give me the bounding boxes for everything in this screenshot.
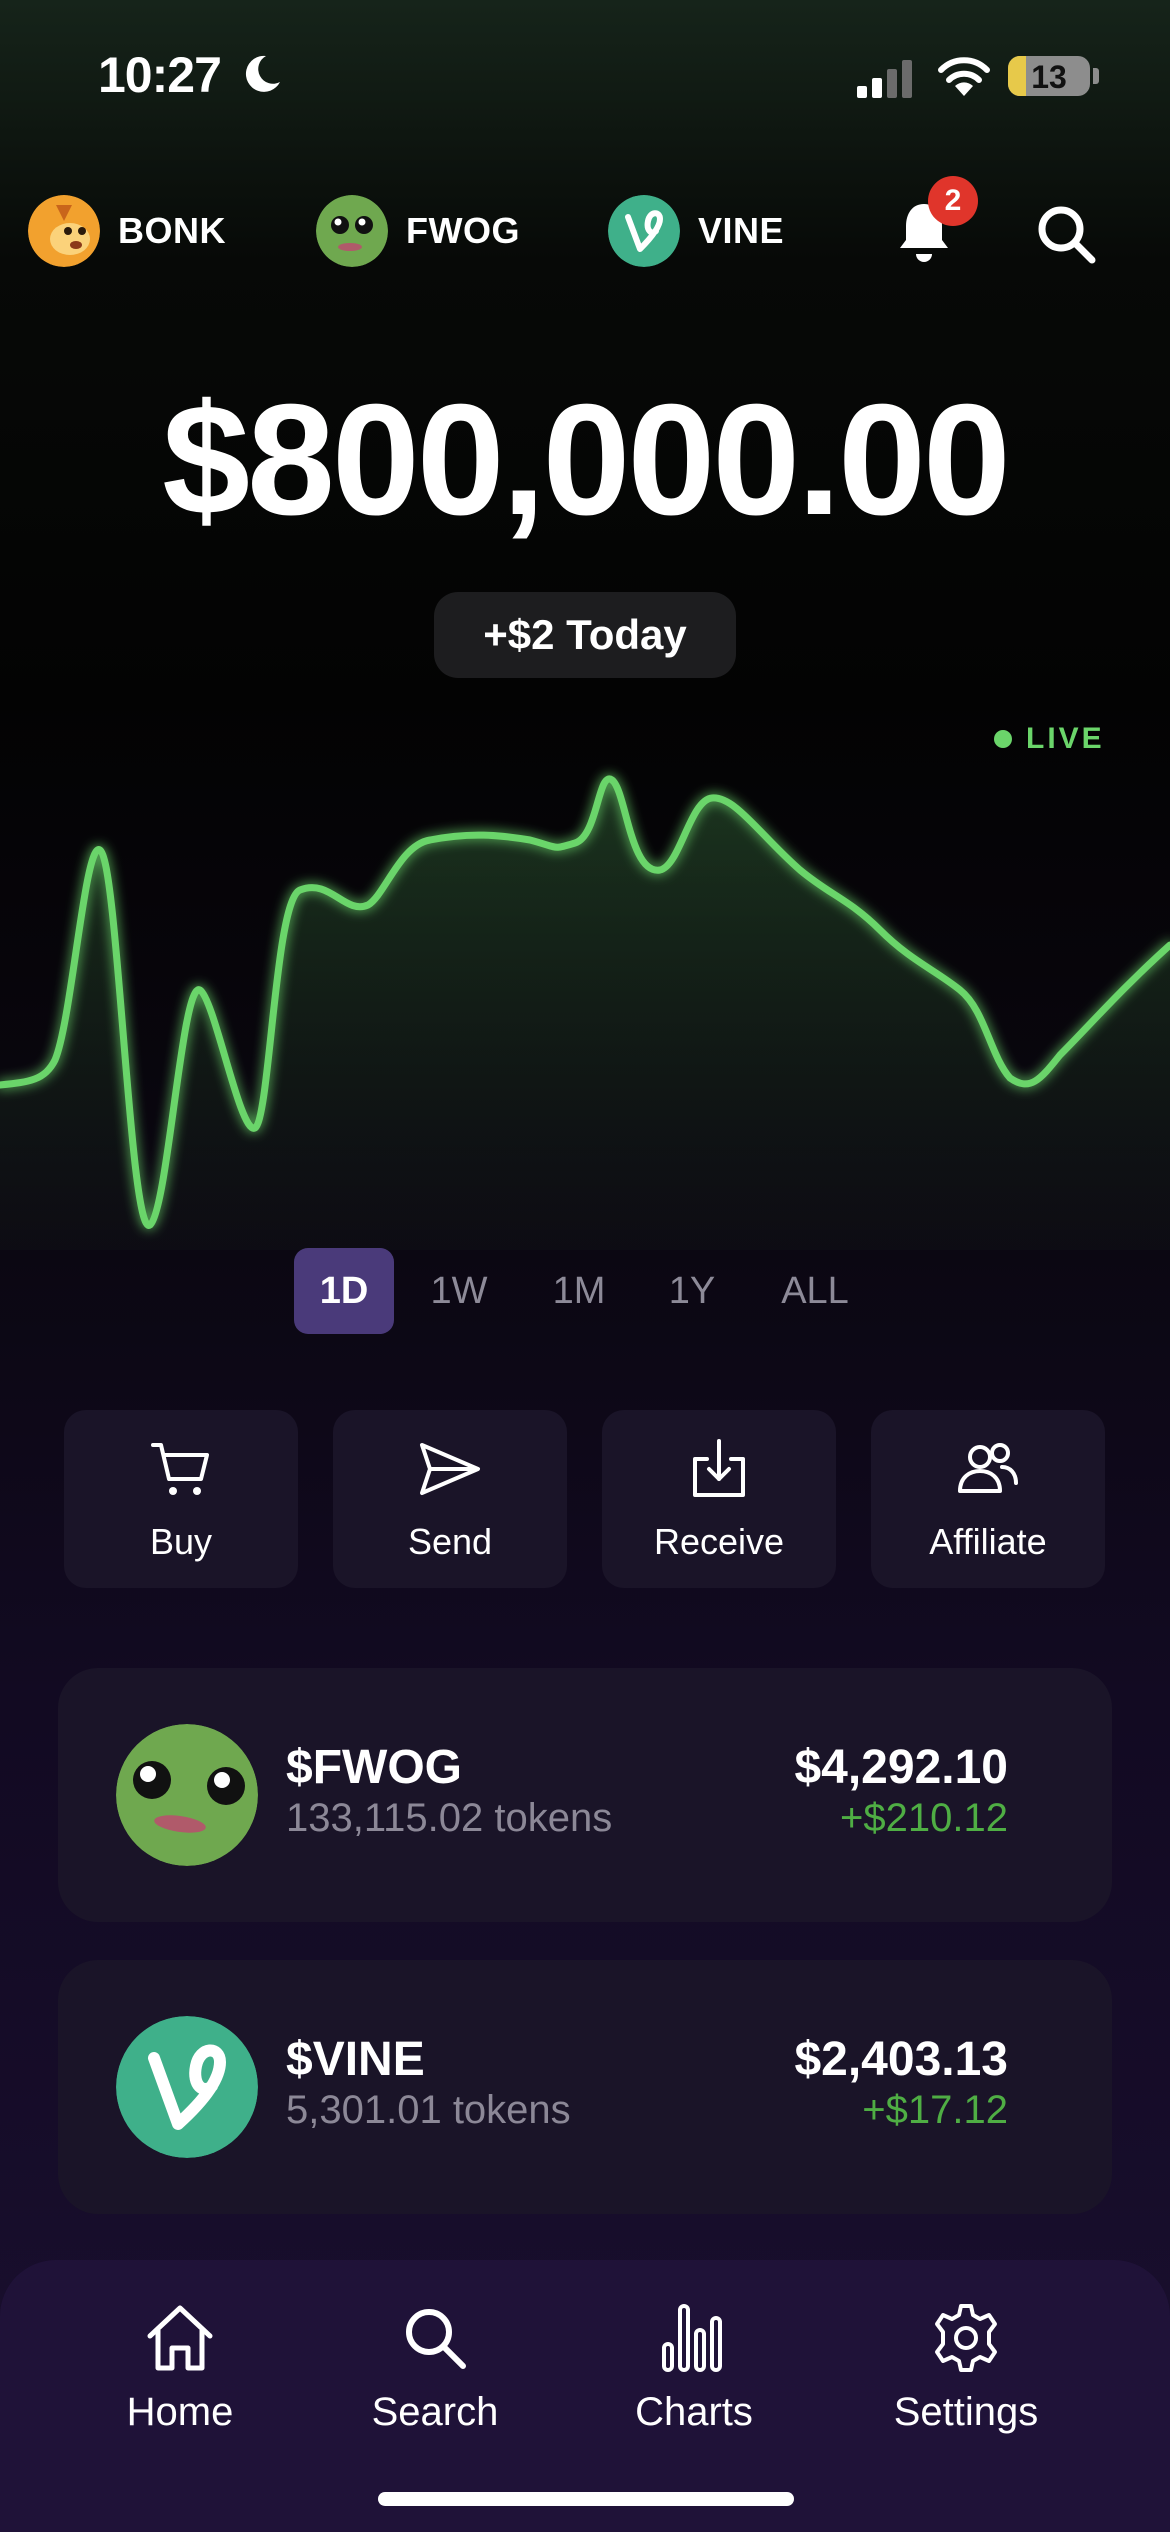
vine-avatar — [116, 2016, 258, 2158]
chart-area-fill — [0, 778, 1170, 1250]
portfolio-line-chart[interactable] — [0, 740, 1170, 1250]
holding-change: +$210.12 — [840, 1796, 1008, 1840]
holding-value: $4,292.10 — [794, 1741, 1008, 1794]
holding-card-vine[interactable]: $VINE 5,301.01 tokens $2,403.13 +$17.12 — [58, 1960, 1112, 2214]
token-chip-label: VINE — [698, 210, 785, 251]
token-chip-bonk[interactable]: BONK — [28, 193, 226, 269]
token-chip-vine[interactable]: VINE — [608, 193, 784, 269]
search-icon — [406, 2309, 466, 2369]
nav-home[interactable]: Home — [100, 2300, 260, 2460]
home-icon — [147, 2305, 213, 2371]
buy-button[interactable]: Buy — [64, 1410, 298, 1588]
holding-name: $FWOG — [286, 1741, 462, 1794]
range-tab-1d[interactable]: 1D — [294, 1248, 394, 1334]
bonk-avatar — [28, 195, 100, 267]
holding-token-amount: 133,115.02 tokens — [286, 1796, 613, 1840]
status-time: 10:27 — [98, 47, 222, 103]
wifi-icon — [938, 57, 990, 96]
fwog-avatar — [316, 195, 388, 267]
holding-card-fwog[interactable]: $FWOG 133,115.02 tokens $4,292.10 +$210.… — [58, 1668, 1112, 1922]
holding-change: +$17.12 — [862, 2088, 1008, 2132]
receive-button[interactable]: Receive — [602, 1410, 836, 1588]
send-icon — [420, 1443, 480, 1495]
gear-icon — [935, 2304, 997, 2372]
receive-icon — [693, 1439, 745, 1497]
token-chip-label: BONK — [118, 210, 226, 251]
battery-nub — [1093, 68, 1099, 84]
notification-badge: 2 — [928, 176, 978, 226]
nav-search[interactable]: Search — [355, 2300, 515, 2460]
affiliate-button[interactable]: Affiliate — [871, 1410, 1105, 1588]
holding-value: $2,403.13 — [794, 2033, 1008, 2086]
search-icon[interactable] — [1032, 200, 1100, 268]
fwog-avatar — [116, 1724, 258, 1866]
users-icon — [958, 1443, 1018, 1493]
send-label: Send — [407, 1521, 493, 1562]
home-indicator[interactable] — [378, 2492, 794, 2506]
holding-token-amount: 5,301.01 tokens — [286, 2088, 571, 2132]
battery-icon: 13 — [1008, 56, 1090, 96]
vine-avatar — [608, 195, 680, 267]
cart-icon — [151, 1443, 209, 1495]
range-tab-1m[interactable]: 1M — [534, 1248, 624, 1334]
nav-charts[interactable]: Charts — [614, 2300, 774, 2460]
nav-home-label: Home — [126, 2390, 234, 2434]
buy-label: Buy — [149, 1521, 213, 1562]
nav-settings-label: Settings — [893, 2390, 1039, 2434]
token-chip-label: FWOG — [406, 210, 520, 251]
portfolio-balance: $800,000.00 — [162, 372, 1011, 548]
range-tab-all[interactable]: ALL — [760, 1248, 870, 1334]
nav-charts-label: Charts — [635, 2390, 753, 2434]
today-change-pill: +$2 Today — [434, 592, 736, 678]
token-chip-fwog[interactable]: FWOG — [316, 193, 520, 269]
range-tab-1y[interactable]: 1Y — [652, 1248, 732, 1334]
receive-label: Receive — [653, 1521, 785, 1562]
send-button[interactable]: Send — [333, 1410, 567, 1588]
holding-name: $VINE — [286, 2033, 425, 2086]
nav-settings[interactable]: Settings — [876, 2300, 1056, 2460]
moon-icon — [245, 55, 280, 92]
bar-chart-icon — [662, 2304, 722, 2372]
range-tab-1w[interactable]: 1W — [414, 1248, 504, 1334]
nav-search-label: Search — [371, 2390, 499, 2434]
signal-icon — [857, 60, 912, 98]
affiliate-label: Affiliate — [929, 1521, 1047, 1562]
battery-level: 13 — [1031, 59, 1067, 95]
